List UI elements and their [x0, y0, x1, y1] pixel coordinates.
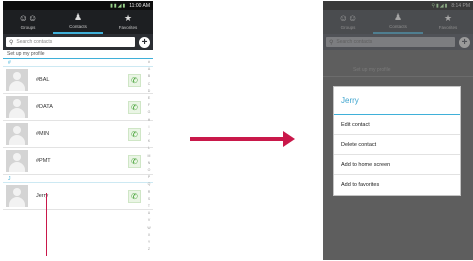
- tab-label: Contacts: [69, 24, 87, 29]
- avatar: [6, 123, 28, 145]
- contact-row[interactable]: #MIN ✆: [3, 121, 153, 148]
- status-bar: ▮▮◢▮ 11:00 AM: [3, 1, 153, 10]
- tab-label: Contacts: [389, 24, 407, 29]
- add-contact-button[interactable]: +: [459, 36, 470, 48]
- index-letter[interactable]: E: [148, 95, 150, 102]
- tab-label: Groups: [340, 25, 356, 30]
- index-letter[interactable]: W: [147, 225, 150, 232]
- contact-row[interactable]: #BAL ✆: [3, 67, 153, 94]
- contacts-screen: ▮▮◢▮ 11:00 AM ☺☺ Groups ♟ Contacts ★ Fav…: [3, 1, 153, 260]
- avatar: [6, 96, 28, 118]
- tab-contacts[interactable]: ♟ Contacts: [53, 10, 103, 34]
- contacts-icon: ♟: [73, 12, 83, 22]
- menu-item-add-to-home-screen[interactable]: Add to home screen: [334, 155, 460, 175]
- add-contact-button[interactable]: +: [139, 36, 150, 48]
- section-header: #: [3, 59, 153, 67]
- contact-row[interactable]: Jerry ✆: [3, 183, 153, 210]
- menu-title: Jerry: [334, 87, 460, 115]
- contact-name: #BAL: [36, 77, 50, 83]
- search-icon: ⚲: [329, 39, 334, 46]
- index-letter[interactable]: P: [148, 174, 150, 181]
- index-letter[interactable]: C: [148, 81, 151, 88]
- menu-item-delete-contact[interactable]: Delete contact: [334, 135, 460, 155]
- status-bar: ⚲▮◢▮ 8:14 PM: [323, 1, 473, 10]
- tab-label: Groups: [20, 25, 36, 30]
- search-row: ⚲ Search contacts +: [323, 34, 473, 50]
- index-letter[interactable]: X: [148, 232, 150, 239]
- index-letter[interactable]: K: [148, 138, 150, 145]
- index-letter[interactable]: G: [148, 109, 151, 116]
- tab-bar: ☺☺ Groups ♟ Contacts ★ Favorites: [323, 10, 473, 34]
- contacts-icon: ♟: [393, 12, 403, 22]
- index-letter[interactable]: O: [148, 167, 151, 174]
- signal-icons: ▮▮◢▮: [110, 2, 127, 9]
- alphabet-index-scrollbar[interactable]: # A B C D E F G H I J K L M N O P Q R S T U V W X Y Z: [146, 59, 152, 253]
- index-letter[interactable]: B: [148, 73, 150, 80]
- arrow-head-icon: [283, 131, 295, 147]
- index-letter[interactable]: V: [148, 217, 150, 224]
- groups-icon: ☺☺: [338, 13, 358, 23]
- index-letter[interactable]: F: [148, 102, 150, 109]
- signal-icons: ⚲▮◢▮: [431, 2, 449, 9]
- index-letter[interactable]: D: [148, 88, 151, 95]
- context-menu-screen: ⚲▮◢▮ 8:14 PM ☺☺ Groups ♟ Contacts ★ Favo…: [323, 1, 473, 260]
- call-icon[interactable]: ✆: [128, 189, 141, 203]
- contact-context-menu: Jerry Edit contact Delete contact Add to…: [333, 86, 461, 196]
- index-letter[interactable]: L: [148, 145, 150, 152]
- index-letter[interactable]: J: [148, 131, 150, 138]
- tab-label: Favorites: [118, 25, 138, 30]
- tab-contacts[interactable]: ♟ Contacts: [373, 10, 423, 34]
- search-row: ⚲ Search contacts +: [3, 34, 153, 50]
- callout-pointer-line: [46, 193, 47, 256]
- status-time: 11:00 AM: [129, 2, 150, 9]
- call-icon[interactable]: ✆: [128, 154, 141, 168]
- tab-groups[interactable]: ☺☺ Groups: [3, 10, 53, 34]
- call-icon[interactable]: ✆: [128, 127, 141, 141]
- index-letter[interactable]: Y: [148, 239, 150, 246]
- contact-name: #MIN: [36, 131, 50, 137]
- tab-favorites[interactable]: ★ Favorites: [103, 10, 153, 34]
- status-time: 8:14 PM: [451, 2, 470, 9]
- call-icon[interactable]: ✆: [128, 100, 141, 114]
- search-input[interactable]: ⚲ Search contacts: [326, 37, 455, 47]
- star-icon: ★: [123, 13, 133, 23]
- avatar: [6, 69, 28, 91]
- avatar: [6, 150, 28, 172]
- tab-favorites[interactable]: ★ Favorites: [423, 10, 473, 34]
- section-header: J: [3, 175, 153, 183]
- search-placeholder: Search contacts: [16, 39, 53, 45]
- index-letter[interactable]: T: [148, 203, 150, 210]
- index-letter[interactable]: #: [148, 59, 150, 66]
- call-icon[interactable]: ✆: [128, 73, 141, 87]
- search-placeholder: Search contacts: [336, 39, 373, 45]
- index-letter[interactable]: N: [148, 160, 151, 167]
- profile-row[interactable]: Set up my profile: [3, 50, 153, 59]
- index-letter[interactable]: A: [148, 66, 150, 73]
- index-letter[interactable]: Q: [148, 181, 151, 188]
- contact-row[interactable]: #PMT ✆: [3, 148, 153, 175]
- index-letter[interactable]: I: [149, 124, 150, 131]
- contact-name: #PMT: [36, 158, 51, 164]
- star-icon: ★: [443, 13, 453, 23]
- contact-row[interactable]: #DATA ✆: [3, 94, 153, 121]
- menu-item-add-to-favorites[interactable]: Add to favorites: [334, 175, 460, 195]
- tab-label: Favorites: [438, 25, 458, 30]
- search-input[interactable]: ⚲ Search contacts: [6, 37, 135, 47]
- tab-bar: ☺☺ Groups ♟ Contacts ★ Favorites: [3, 10, 153, 34]
- index-letter[interactable]: R: [148, 189, 151, 196]
- groups-icon: ☺☺: [18, 13, 38, 23]
- contact-name: Jerry: [36, 193, 49, 199]
- search-icon: ⚲: [9, 39, 14, 46]
- index-letter[interactable]: H: [148, 117, 151, 124]
- menu-item-edit-contact[interactable]: Edit contact: [334, 115, 460, 135]
- avatar: [6, 185, 28, 207]
- index-letter[interactable]: Z: [148, 246, 150, 253]
- contact-name: #DATA: [36, 104, 53, 110]
- index-letter[interactable]: S: [148, 196, 150, 203]
- background-list-row: Set up my profile: [323, 63, 473, 77]
- index-letter[interactable]: M: [148, 153, 151, 160]
- index-letter[interactable]: U: [148, 210, 151, 217]
- transition-arrow-line: [190, 137, 284, 141]
- tab-groups[interactable]: ☺☺ Groups: [323, 10, 373, 34]
